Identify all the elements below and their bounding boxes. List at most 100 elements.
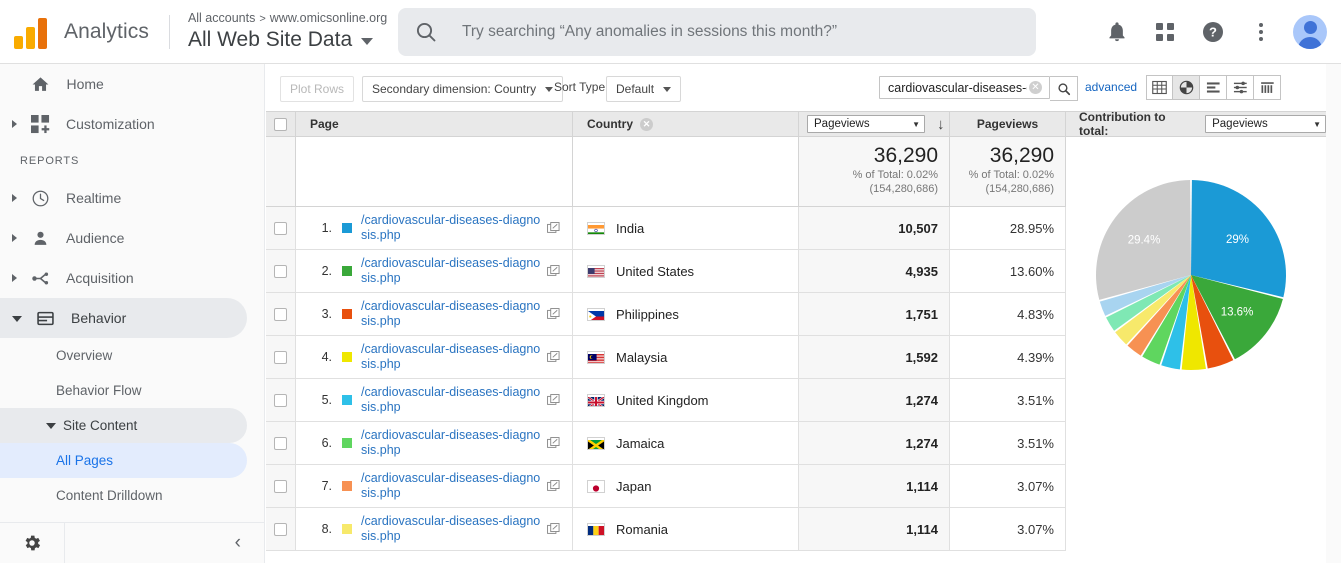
sidebar-item-overview[interactable]: Overview	[0, 338, 247, 373]
page-url-link[interactable]: /cardiovascular-diseases-diagnosis.php	[361, 213, 545, 243]
row-checkbox[interactable]	[274, 393, 287, 407]
sort-type-label: Sort Type:	[554, 80, 609, 94]
series-color-swatch	[342, 438, 352, 448]
global-search-input[interactable]	[460, 22, 1020, 42]
sidebar-item-all-pages[interactable]: All Pages	[0, 443, 247, 478]
row-contribution-value: 4.83%	[950, 293, 1066, 335]
settings-button[interactable]	[0, 523, 65, 563]
sidebar-item-site-content[interactable]: Site Content	[0, 408, 247, 443]
sidebar-item-realtime[interactable]: Realtime	[0, 178, 247, 218]
open-in-new-window-icon[interactable]	[547, 393, 560, 407]
table-search-input[interactable]	[886, 79, 1029, 96]
column-header-label: Pageviews	[976, 117, 1039, 131]
sort-type-select[interactable]: Default	[606, 76, 682, 102]
performance-bar-view-icon[interactable]	[1200, 75, 1227, 100]
plot-rows-button[interactable]: Plot Rows	[280, 76, 355, 102]
row-metric-value: 4,935	[799, 250, 950, 292]
select-all-checkbox[interactable]	[274, 117, 287, 131]
page-url-link[interactable]: /cardiovascular-diseases-diagnosis.php	[361, 471, 545, 501]
table-search-box[interactable]: ✕	[879, 76, 1050, 99]
svg-text:?: ?	[1209, 25, 1217, 40]
column-header-country[interactable]: Country ✕	[573, 112, 799, 136]
series-color-swatch	[342, 266, 352, 276]
row-checkbox[interactable]	[274, 350, 287, 364]
customization-icon	[28, 112, 52, 136]
row-checkbox[interactable]	[274, 436, 287, 450]
row-country-cell: United States	[573, 250, 799, 292]
pie-chart-svg: 29% 13.6% 29.4%	[1096, 180, 1287, 371]
apps-button[interactable]	[1141, 8, 1189, 56]
series-color-swatch	[342, 309, 352, 319]
column-header-page[interactable]: Page	[296, 112, 573, 136]
open-in-new-window-icon[interactable]	[547, 307, 560, 321]
view-title[interactable]: All Web Site Data	[188, 27, 387, 53]
chevron-down-icon	[361, 38, 374, 45]
notifications-button[interactable]	[1093, 8, 1141, 56]
sidebar-item-behavior[interactable]: Behavior	[0, 298, 247, 338]
breadcrumb-property[interactable]: www.omicsonline.org	[270, 11, 387, 25]
table-view-icon[interactable]	[1146, 75, 1173, 100]
header-actions: ?	[1093, 0, 1327, 64]
row-checkbox[interactable]	[274, 307, 287, 321]
row-checkbox[interactable]	[274, 221, 287, 235]
page-url-link[interactable]: /cardiovascular-diseases-diagnosis.php	[361, 514, 545, 544]
sidebar-item-customization[interactable]: Customization	[0, 104, 247, 144]
open-in-new-window-icon[interactable]	[547, 221, 560, 235]
row-rank: 6.	[321, 436, 332, 450]
clear-search-icon[interactable]: ✕	[1029, 81, 1042, 94]
row-country-cell: Philippines	[573, 293, 799, 335]
page-url-link[interactable]: /cardiovascular-diseases-diagnosis.php	[361, 299, 545, 329]
column-header-pageviews[interactable]: Pageviews	[950, 112, 1066, 136]
country-name: United States	[616, 263, 695, 279]
avatar[interactable]	[1293, 15, 1327, 49]
open-in-new-window-icon[interactable]	[547, 522, 560, 536]
more-options-button[interactable]	[1237, 8, 1285, 56]
clock-icon	[28, 186, 52, 210]
plot-rows-label: Plot Rows	[290, 82, 345, 96]
row-country-cell: India	[573, 207, 799, 249]
row-metric-value: 1,751	[799, 293, 950, 335]
summary-pct-label: % of Total: 0.02%	[852, 169, 938, 181]
row-checkbox[interactable]	[274, 522, 287, 536]
sidebar-item-home[interactable]: Home	[0, 64, 247, 104]
metric-select[interactable]: Pageviews ▼	[807, 115, 925, 133]
row-metric-value: 1,274	[799, 379, 950, 421]
sidebar-subitem-label: All Pages	[56, 453, 114, 468]
percentage-pie-view-icon[interactable]	[1173, 75, 1200, 100]
help-button[interactable]: ?	[1189, 8, 1237, 56]
sidebar-item-behavior-flow[interactable]: Behavior Flow	[0, 373, 247, 408]
global-search-box[interactable]	[398, 8, 1036, 56]
open-in-new-window-icon[interactable]	[547, 436, 560, 450]
comparison-view-icon[interactable]	[1227, 75, 1254, 100]
chevron-down-icon	[663, 86, 672, 92]
page-url-link[interactable]: /cardiovascular-diseases-diagnosis.php	[361, 256, 545, 286]
open-in-new-window-icon[interactable]	[547, 264, 560, 278]
sidebar-item-content-drilldown[interactable]: Content Drilldown	[0, 478, 247, 513]
page-url-link[interactable]: /cardiovascular-diseases-diagnosis.php	[361, 428, 545, 458]
contribution-metric-select[interactable]: Pageviews ▼	[1205, 115, 1326, 133]
row-checkbox[interactable]	[274, 264, 287, 278]
breadcrumb-all-accounts[interactable]: All accounts	[188, 11, 255, 25]
home-icon	[29, 72, 53, 96]
pivot-view-icon[interactable]	[1254, 75, 1281, 100]
behavior-icon	[33, 306, 57, 330]
remove-secondary-dimension-icon[interactable]: ✕	[640, 117, 653, 131]
account-selector[interactable]: All accounts > www.omicsonline.org All Web…	[188, 11, 387, 53]
collapse-sidebar-button[interactable]: ‹	[65, 532, 264, 554]
open-in-new-window-icon[interactable]	[547, 350, 560, 364]
search-icon	[416, 22, 436, 42]
sidebar-item-audience[interactable]: Audience	[0, 218, 247, 258]
page-url-link[interactable]: /cardiovascular-diseases-diagnosis.php	[361, 385, 545, 415]
row-country-cell: Japan	[573, 465, 799, 507]
sort-direction-icon[interactable]: ↓	[937, 117, 945, 132]
page-url-link[interactable]: /cardiovascular-diseases-diagnosis.php	[361, 342, 545, 372]
pie-slice-label: 29.4%	[1128, 234, 1161, 246]
table-search-button[interactable]	[1050, 76, 1078, 101]
row-select-cell	[266, 465, 296, 507]
row-checkbox[interactable]	[274, 479, 287, 493]
open-in-new-window-icon[interactable]	[547, 479, 560, 493]
row-select-cell	[266, 379, 296, 421]
secondary-dimension-select[interactable]: Secondary dimension: Country	[362, 76, 564, 102]
advanced-filter-link[interactable]: advanced	[1085, 80, 1137, 94]
sidebar-item-acquisition[interactable]: Acquisition	[0, 258, 247, 298]
